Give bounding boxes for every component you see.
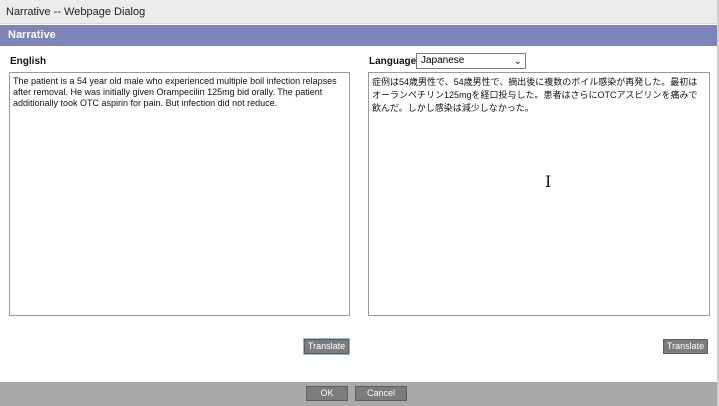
dialog-header-title: Narrative bbox=[8, 29, 56, 41]
dialog-header: Narrative bbox=[0, 25, 719, 46]
language-select[interactable]: Japanese ⌄ bbox=[416, 53, 526, 69]
window-title: Narrative -- Webpage Dialog bbox=[6, 6, 146, 18]
translate-button-english[interactable]: Translate bbox=[303, 338, 350, 355]
translated-textarea[interactable]: 症例は54歳男性で、54歳男性で、摘出後に複数のボイル感染が再発した。最初はオー… bbox=[368, 72, 710, 316]
ok-button[interactable]: OK bbox=[306, 386, 348, 401]
english-text: The patient is a 54 year old male who ex… bbox=[13, 76, 337, 108]
text-cursor-icon: I bbox=[545, 172, 552, 191]
window-title-bar: Narrative -- Webpage Dialog bbox=[0, 0, 719, 24]
english-textarea[interactable]: The patient is a 54 year old male who ex… bbox=[9, 72, 350, 316]
language-selected-value: Japanese bbox=[421, 55, 465, 66]
translate-button-language[interactable]: Translate bbox=[663, 339, 708, 354]
chevron-down-icon: ⌄ bbox=[513, 56, 522, 67]
english-label: English bbox=[10, 56, 47, 67]
translated-text: 症例は54歳男性で、54歳男性で、摘出後に複数のボイル感染が再発した。最初はオー… bbox=[372, 77, 698, 113]
language-label: Language bbox=[369, 56, 417, 67]
cancel-button[interactable]: Cancel bbox=[355, 386, 407, 401]
